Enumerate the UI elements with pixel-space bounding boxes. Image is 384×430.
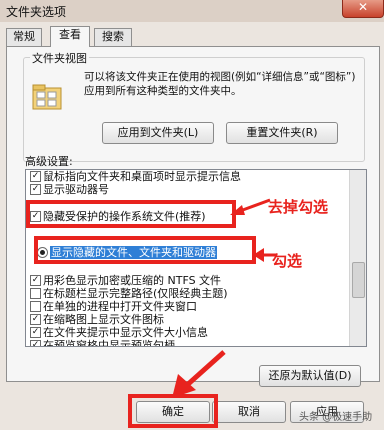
folder-views-group: 文件夹视图 可以将该文件夹正在使用的视图(例如“详细信息”或“图标”)应用到所有…: [23, 50, 365, 162]
arrow-icon: [230, 198, 271, 215]
checkbox[interactable]: [30, 301, 41, 312]
vertical-scrollbar[interactable]: [349, 170, 366, 346]
checkbox[interactable]: ✓: [30, 275, 41, 286]
title-bar: 文件夹选项 ✕: [0, 0, 384, 22]
list-item[interactable]: ✓ 显示驱动器号: [26, 183, 350, 196]
checkbox[interactable]: ✓: [30, 340, 41, 346]
scrollbar-thumb[interactable]: [352, 262, 365, 298]
tab-general[interactable]: 常规: [6, 28, 42, 46]
arrow-icon: [172, 350, 226, 398]
reset-folders-button[interactable]: 重置文件夹(R): [226, 122, 338, 144]
list-item[interactable]: ✓ 在文件夹提示中显示文件大小信息: [26, 326, 350, 339]
folder-view-icon: [32, 84, 62, 110]
list-item[interactable]: ✓ 鼠标指向文件夹和桌面项时显示提示信息: [26, 170, 350, 183]
folder-views-label: 文件夹视图: [30, 50, 89, 66]
list-item[interactable]: ✓ 在预览窗格中显示预览句柄: [26, 339, 350, 346]
checkbox[interactable]: ✓: [30, 184, 41, 195]
tab-view[interactable]: 查看: [50, 26, 90, 47]
window-title: 文件夹选项: [6, 5, 67, 19]
list-item[interactable]: ✓ 在缩略图上显示文件图标: [26, 313, 350, 326]
list-item[interactable]: ✓ 用彩色显示加密或压缩的 NTFS 文件: [26, 274, 350, 287]
list-item[interactable]: 在标题栏显示完整路径(仅限经典主题): [26, 287, 350, 300]
checkbox[interactable]: [30, 288, 41, 299]
cancel-button[interactable]: 取消: [212, 401, 286, 423]
close-icon: ✕: [357, 0, 369, 14]
folder-views-description: 可以将该文件夹正在使用的视图(例如“详细信息”或“图标”)应用到所有这种类型的文…: [84, 71, 356, 97]
checkbox[interactable]: ✓: [30, 314, 41, 325]
arrow-icon: [253, 248, 276, 262]
advanced-settings-label: 高级设置:: [25, 155, 73, 168]
checkbox[interactable]: ✓: [30, 327, 41, 338]
watermark: 头条 @极速手助: [299, 412, 373, 423]
apply-to-folders-button[interactable]: 应用到文件夹(L): [102, 122, 214, 144]
uncheck-highlight-box: [26, 200, 236, 228]
tab-search[interactable]: 搜索: [94, 28, 132, 46]
list-item[interactable]: 在单独的进程中打开文件夹窗口: [26, 300, 350, 313]
checkbox[interactable]: ✓: [30, 171, 41, 182]
close-button[interactable]: ✕: [342, 0, 384, 18]
check-highlight-box: [34, 236, 256, 264]
uncheck-annotation: 去掉勾选: [268, 198, 329, 216]
restore-defaults-button[interactable]: 还原为默认值(D): [259, 365, 361, 387]
